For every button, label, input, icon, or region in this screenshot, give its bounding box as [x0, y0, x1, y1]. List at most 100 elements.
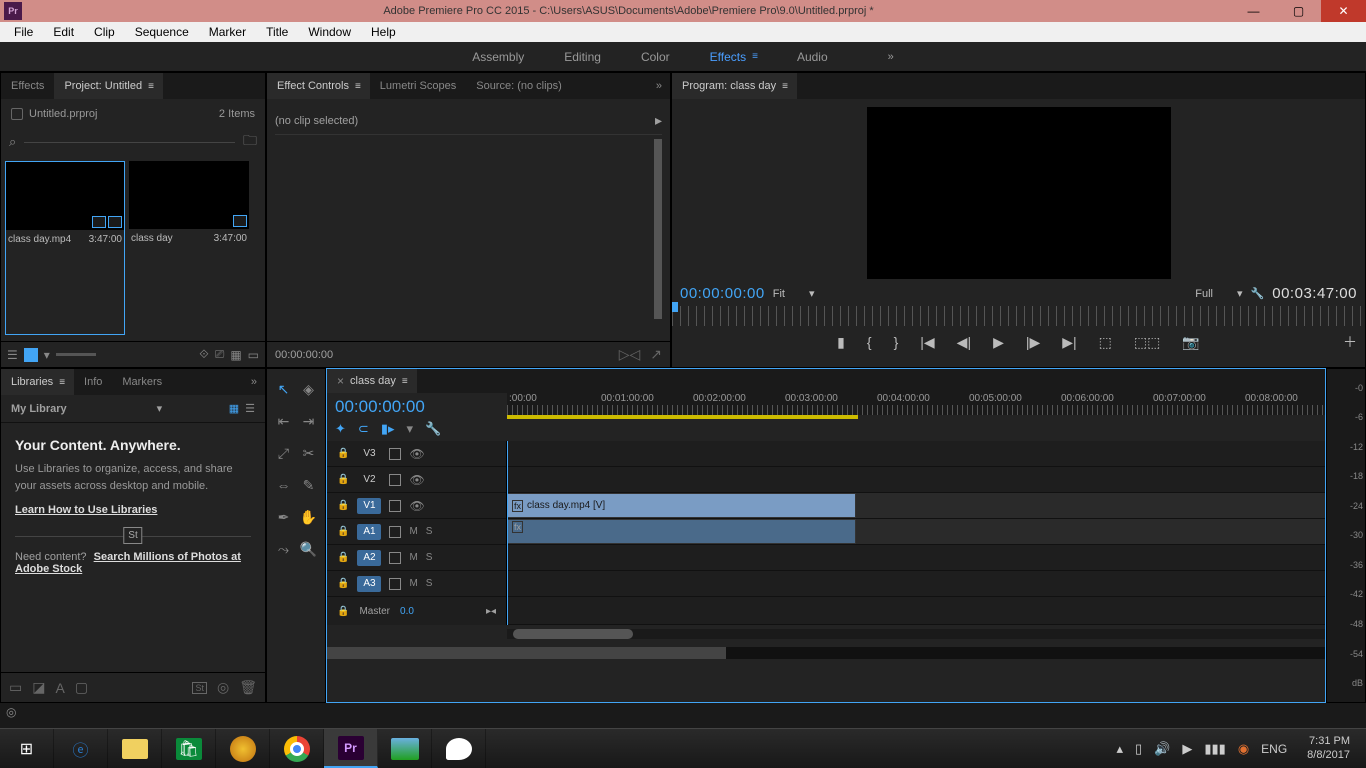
wrench-icon[interactable]: 🔧	[1251, 287, 1265, 300]
lift-icon[interactable]: ⬚	[1099, 334, 1112, 351]
ripple-edit-tool[interactable]: ⇤	[274, 411, 294, 431]
taskbar-dragon[interactable]	[216, 729, 270, 768]
close-button[interactable]: ✕	[1321, 0, 1366, 22]
solo-button[interactable]: S	[426, 526, 433, 537]
lock-icon[interactable]: 🔒	[337, 578, 349, 589]
go-to-out-icon[interactable]: ▶|	[1062, 334, 1076, 351]
close-icon[interactable]: ×	[337, 374, 344, 388]
scrollbar[interactable]	[654, 139, 662, 319]
out-point-icon[interactable]: }	[894, 334, 899, 350]
new-bin-button[interactable]: ▭	[248, 348, 259, 362]
tray-volume-icon[interactable]: 🔊	[1154, 741, 1170, 757]
lock-icon[interactable]: 🔒	[337, 606, 349, 617]
tab-sequence[interactable]: ×class day≡	[327, 369, 417, 393]
taskbar-store[interactable]: 🛍	[162, 729, 216, 768]
tray-up-icon[interactable]: ▴	[1116, 741, 1123, 757]
workspace-editing[interactable]: Editing	[564, 50, 601, 64]
search-input[interactable]	[24, 142, 235, 143]
type-tool[interactable]: ⤳	[274, 539, 294, 559]
tray-app-icon[interactable]: ◉	[1238, 741, 1249, 757]
tray-network-icon[interactable]: ▮▮▮	[1204, 741, 1225, 757]
extract-icon[interactable]: ⬚⬚	[1134, 334, 1160, 351]
audio-clip[interactable]: fx	[507, 519, 856, 544]
taskbar-ie[interactable]: ⓔ	[54, 729, 108, 768]
trash-icon[interactable]: 🗑	[239, 679, 257, 696]
video-clip[interactable]: fxclass day.mp4 [V]	[507, 493, 856, 518]
loop-icon[interactable]: ↗	[650, 346, 662, 363]
taskbar-chrome[interactable]	[270, 729, 324, 768]
zoom-slider[interactable]	[56, 353, 96, 356]
lib-folder-icon[interactable]: ▭	[9, 679, 22, 696]
bin-item[interactable]: class day3:47:00	[129, 161, 249, 335]
tab-source[interactable]: Source: (no clips)	[466, 73, 572, 99]
selection-tool[interactable]: ↖	[274, 379, 294, 399]
expand-arrow-icon[interactable]: ▸	[655, 112, 662, 129]
timeline-lanes[interactable]: fxclass day.mp4 [V] fx	[507, 441, 1325, 625]
tray-battery-icon[interactable]: ▯	[1135, 741, 1142, 757]
icon-view-button[interactable]	[24, 348, 38, 362]
mute-button[interactable]: M	[409, 552, 417, 563]
track-header-v3[interactable]: 🔒V3👁	[327, 441, 506, 467]
solo-button[interactable]: S	[426, 578, 433, 589]
taskbar-photos[interactable]	[378, 729, 432, 768]
sync-lock-icon[interactable]	[389, 500, 401, 512]
sync-lock-icon[interactable]	[389, 448, 401, 460]
panel-overflow[interactable]: »	[243, 376, 265, 388]
master-meter-icon[interactable]: ▸◂	[486, 606, 496, 617]
taskbar-premiere[interactable]: Pr	[324, 729, 378, 768]
track-header-v2[interactable]: 🔒V2👁	[327, 467, 506, 493]
lock-icon[interactable]: 🔒	[337, 526, 349, 537]
linked-selection-icon[interactable]: ⊂	[358, 421, 369, 437]
solo-button[interactable]: S	[426, 552, 433, 563]
slide-tool[interactable]: ✎	[299, 475, 319, 495]
pen-tool[interactable]: ✒	[274, 507, 294, 527]
tab-markers[interactable]: Markers	[112, 369, 172, 395]
mute-button[interactable]: M	[409, 526, 417, 537]
slip-tool[interactable]: ⇔	[274, 475, 294, 495]
maximize-button[interactable]: ▢	[1276, 0, 1321, 22]
tab-program[interactable]: Program: class day≡	[672, 73, 797, 99]
workspace-assembly[interactable]: Assembly	[472, 50, 524, 64]
cc-sync-icon[interactable]: ◎	[217, 679, 229, 696]
tray-clock[interactable]: 7:31 PM 8/8/2017	[1299, 735, 1358, 761]
workspace-effects[interactable]: Effects≡	[710, 50, 757, 64]
master-track-header[interactable]: 🔒Master0.0▸◂	[327, 597, 506, 625]
tab-info[interactable]: Info	[74, 369, 112, 395]
hand-tool[interactable]: ✋	[299, 507, 319, 527]
timeline-zoom-scrollbar[interactable]	[507, 629, 1325, 639]
timeline-ruler[interactable]: :00:00 00:01:00:00 00:02:00:00 00:03:00:…	[507, 393, 1325, 415]
timeline-timecode[interactable]: 00:00:00:00	[335, 397, 499, 417]
lib-char-icon[interactable]: A	[55, 680, 64, 696]
minimize-button[interactable]: —	[1231, 0, 1276, 22]
playhead[interactable]	[507, 441, 508, 625]
export-frame-icon[interactable]: 📷	[1182, 334, 1199, 351]
in-point-icon[interactable]: {	[867, 334, 872, 350]
lib-look-icon[interactable]: ▢	[75, 679, 88, 696]
lock-icon[interactable]: 🔒	[337, 448, 349, 459]
track-select-tool[interactable]: ◈	[299, 379, 319, 399]
wrench-icon[interactable]: 🔧	[425, 421, 441, 437]
timeline-settings-icon[interactable]: ▾	[407, 421, 414, 437]
sync-lock-icon[interactable]	[389, 578, 401, 590]
horizontal-scrollbar[interactable]	[327, 647, 1325, 659]
tab-effect-controls[interactable]: Effect Controls≡	[267, 73, 370, 99]
lock-icon[interactable]: 🔒	[337, 552, 349, 563]
library-dropdown[interactable]: My Library	[11, 403, 67, 415]
step-forward-icon[interactable]: |▶	[1026, 334, 1040, 351]
workspace-color[interactable]: Color	[641, 50, 670, 64]
list-view-icon[interactable]: ☰	[7, 348, 18, 362]
menu-title[interactable]: Title	[256, 25, 298, 39]
grid-view-icon[interactable]: ▦	[229, 402, 239, 415]
panel-overflow[interactable]: »	[648, 80, 670, 92]
program-timecode-left[interactable]: 00:00:00:00	[680, 285, 765, 302]
rolling-edit-tool[interactable]: ⇥	[299, 411, 319, 431]
lane-v3[interactable]	[507, 441, 1325, 467]
track-header-a1[interactable]: 🔒A1MS	[327, 519, 506, 545]
work-area-bar[interactable]	[507, 415, 858, 419]
taskbar-explorer[interactable]	[108, 729, 162, 768]
menu-window[interactable]: Window	[298, 25, 361, 39]
tray-language[interactable]: ENG	[1261, 742, 1287, 756]
bin-item[interactable]: class day.mp43:47:00	[5, 161, 125, 335]
lane-a1[interactable]: fx	[507, 519, 1325, 545]
resolution-dropdown[interactable]: Full▾	[1195, 287, 1242, 300]
